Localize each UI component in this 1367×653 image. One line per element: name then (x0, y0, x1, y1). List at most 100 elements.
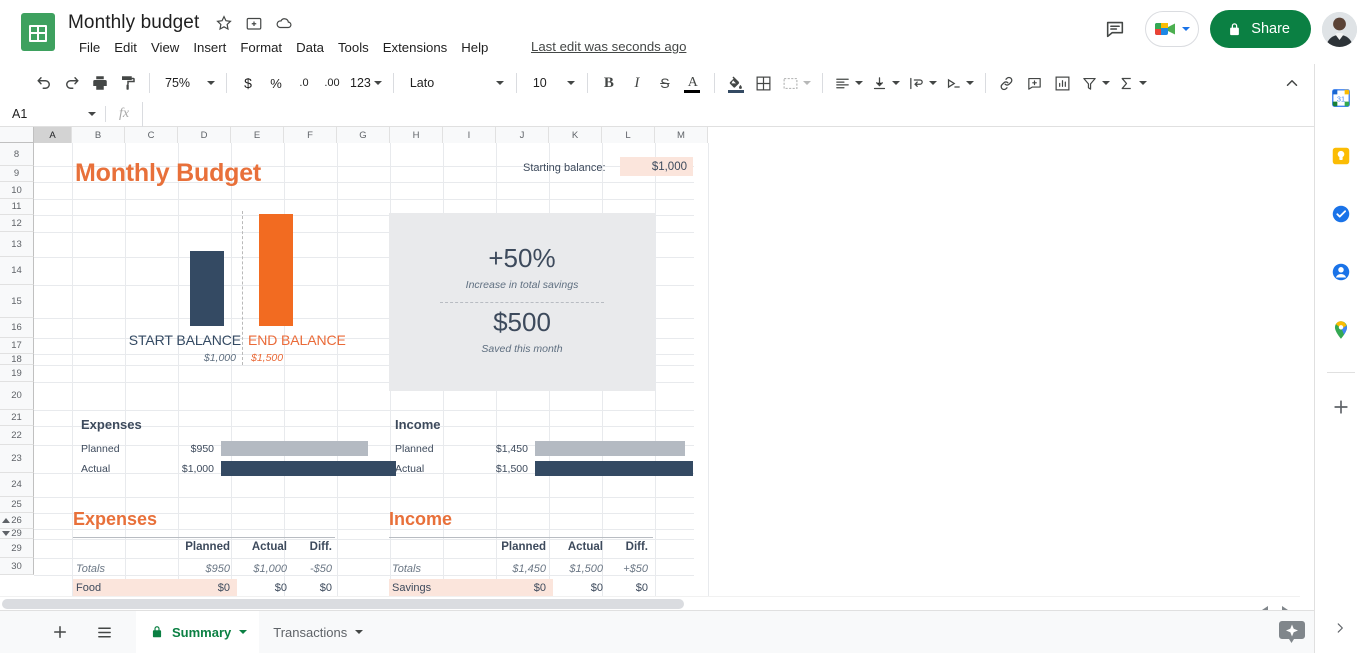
menu-view[interactable]: View (144, 37, 186, 58)
create-filter-button[interactable] (1077, 69, 1114, 97)
menu-tools[interactable]: Tools (331, 37, 376, 58)
bold-button[interactable]: B (595, 69, 623, 97)
row-header-15[interactable]: 15 (0, 285, 34, 318)
insert-link-button[interactable] (993, 69, 1021, 97)
all-sheets-button[interactable] (86, 614, 122, 650)
row-header-30[interactable]: 30 (0, 558, 34, 575)
calendar-icon[interactable]: 31 (1323, 80, 1359, 116)
column-header-m[interactable]: M (655, 127, 708, 143)
decrease-decimal-button[interactable]: .0 (290, 69, 318, 97)
more-formats-button[interactable]: 123 (346, 69, 386, 97)
collapse-toolbar-button[interactable] (1278, 69, 1306, 97)
row-header-10[interactable]: 10 (0, 182, 34, 199)
menu-file[interactable]: File (72, 37, 107, 58)
column-header-i[interactable]: I (443, 127, 496, 143)
font-size-control[interactable]: 10 (524, 69, 580, 97)
column-header-k[interactable]: K (549, 127, 602, 143)
strikethrough-button[interactable]: S (651, 69, 679, 97)
row-header-16[interactable]: 16 (0, 318, 34, 338)
row-header-8[interactable]: 8 (0, 143, 34, 166)
halign-chevron-down-icon[interactable] (854, 81, 863, 85)
meet-button[interactable] (1145, 11, 1200, 47)
sheet-tab-summary[interactable]: Summary (136, 610, 260, 653)
functions-chevron-down-icon[interactable] (1138, 81, 1147, 85)
row-header-22[interactable]: 22 (0, 426, 34, 445)
comment-history-icon[interactable] (1096, 10, 1134, 48)
column-header-g[interactable]: G (337, 127, 390, 143)
menu-edit[interactable]: Edit (107, 37, 144, 58)
font-family-control[interactable]: Lato (401, 69, 509, 97)
row-header-20[interactable]: 20 (0, 382, 34, 410)
column-header-d[interactable]: D (178, 127, 231, 143)
group-collapse-up-icon[interactable] (2, 518, 10, 523)
cloud-saved-icon[interactable] (275, 14, 293, 32)
name-box[interactable]: A1 (0, 102, 105, 127)
wrap-chevron-down-icon[interactable] (928, 81, 937, 85)
row-header-24[interactable]: 24 (0, 473, 34, 497)
menu-data[interactable]: Data (289, 37, 331, 58)
sheet-canvas[interactable]: Monthly Budget Starting balance: $1,000 … (34, 143, 1300, 610)
document-title[interactable]: Monthly budget (68, 12, 199, 34)
tasks-icon[interactable] (1323, 196, 1359, 232)
increase-decimal-button[interactable]: .00 (318, 69, 346, 97)
balance-bar-chart[interactable]: START BALANCE END BALANCE $1,000 $1,500 (86, 205, 386, 370)
avatar[interactable] (1322, 11, 1357, 47)
row-header-29[interactable]: 29 (0, 528, 34, 539)
text-color-button[interactable]: A (679, 69, 707, 97)
sheet-tab-transactions[interactable]: Transactions (259, 611, 375, 653)
menu-extensions[interactable]: Extensions (376, 37, 455, 58)
menu-help[interactable]: Help (454, 37, 495, 58)
redo-button[interactable] (58, 69, 86, 97)
row-header-13[interactable]: 13 (0, 232, 34, 257)
column-header-j[interactable]: J (496, 127, 549, 143)
select-all-corner[interactable] (0, 127, 34, 143)
horizontal-scroll-thumb[interactable] (2, 599, 684, 609)
fill-color-button[interactable] (722, 69, 750, 97)
last-edit-status[interactable]: Last edit was seconds ago (531, 39, 686, 54)
expand-side-panel-button[interactable] (1329, 617, 1351, 639)
row-header-11[interactable]: 11 (0, 199, 34, 215)
row-header-9[interactable]: 9 (0, 166, 34, 182)
row-header-26[interactable]: 26 (0, 513, 34, 529)
menu-format[interactable]: Format (233, 37, 289, 58)
add-app-button[interactable] (1323, 389, 1359, 425)
row-header-23[interactable]: 23 (0, 445, 34, 473)
undo-button[interactable] (30, 69, 58, 97)
column-header-b[interactable]: B (72, 127, 125, 143)
text-wrapping-button[interactable] (904, 69, 941, 97)
column-header-a[interactable]: A (34, 127, 72, 143)
meet-chevron-down-icon[interactable] (1182, 27, 1191, 31)
percent-format-button[interactable]: % (262, 69, 290, 97)
add-sheet-button[interactable] (42, 614, 78, 650)
column-header-h[interactable]: H (390, 127, 443, 143)
share-button[interactable]: Share (1210, 10, 1311, 48)
italic-button[interactable]: I (623, 69, 651, 97)
move-to-folder-icon[interactable] (245, 14, 263, 32)
zoom-control[interactable]: 75% (157, 69, 219, 97)
horizontal-align-button[interactable] (830, 69, 867, 97)
merge-cells-button[interactable] (778, 69, 815, 97)
formula-input[interactable] (142, 101, 1314, 127)
font-chevron-down-icon[interactable] (495, 81, 504, 85)
print-button[interactable] (86, 69, 114, 97)
table-row[interactable]: Food $0 $0 $0 (73, 579, 339, 597)
row-header-29[interactable]: 29 (0, 539, 34, 558)
merge-chevron-down-icon[interactable] (802, 81, 811, 85)
horizontal-scrollbar[interactable] (0, 596, 1300, 614)
row-header-25[interactable]: 25 (0, 497, 34, 513)
zoom-chevron-down-icon[interactable] (207, 81, 215, 85)
table-row[interactable]: Savings $0 $0 $0 (389, 579, 655, 597)
row-header-12[interactable]: 12 (0, 215, 34, 232)
column-header-e[interactable]: E (231, 127, 284, 143)
column-header-l[interactable]: L (602, 127, 655, 143)
vertical-align-button[interactable] (867, 69, 904, 97)
paint-format-button[interactable] (114, 69, 142, 97)
menu-insert[interactable]: Insert (186, 37, 233, 58)
filter-chevron-down-icon[interactable] (1101, 81, 1110, 85)
gemini-assistant-button[interactable] (1275, 615, 1309, 649)
functions-button[interactable] (1114, 69, 1151, 97)
row-header-18[interactable]: 18 (0, 354, 34, 365)
group-collapse-down-icon[interactable] (2, 531, 10, 536)
column-header-f[interactable]: F (284, 127, 337, 143)
starting-balance-value[interactable]: $1,000 (620, 157, 693, 176)
